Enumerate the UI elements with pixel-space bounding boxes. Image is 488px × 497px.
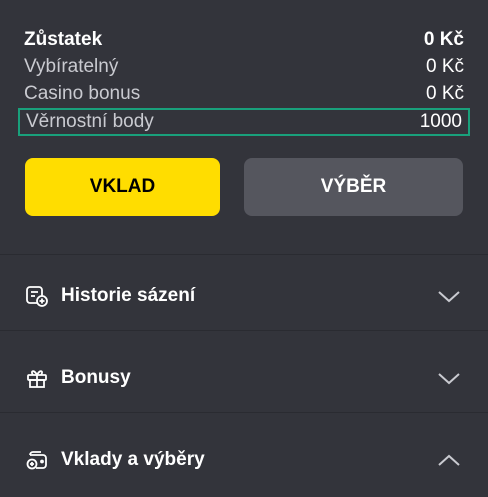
balance-row-withdrawable: Vybíratelný 0 Kč xyxy=(18,53,470,80)
loyalty-points-value: 1000 xyxy=(419,111,462,132)
withdraw-button[interactable]: VÝBĚR xyxy=(244,158,463,216)
section-bet-history[interactable]: Historie sázení xyxy=(0,256,488,336)
chevron-down-icon xyxy=(436,288,462,304)
divider xyxy=(0,412,488,413)
chevron-up-icon xyxy=(436,452,462,468)
balance-label: Zůstatek xyxy=(24,28,103,50)
account-panel: Zůstatek 0 Kč Vybíratelný 0 Kč Casino bo… xyxy=(0,0,488,497)
withdrawable-label: Vybíratelný xyxy=(24,55,119,77)
casino-bonus-value: 0 Kč xyxy=(425,82,464,104)
section-label: Historie sázení xyxy=(61,285,196,306)
section-label: Vklady a výběry xyxy=(61,449,205,470)
casino-bonus-label: Casino bonus xyxy=(24,82,141,104)
balance-value: 0 Kč xyxy=(423,28,464,50)
bet-history-icon xyxy=(25,284,49,308)
balance-summary: Zůstatek 0 Kč Vybíratelný 0 Kč Casino bo… xyxy=(18,26,470,136)
action-buttons: VKLAD VÝBĚR xyxy=(25,158,463,216)
balance-row-casino-bonus: Casino bonus 0 Kč xyxy=(18,80,470,107)
section-bonuses[interactable]: Bonusy xyxy=(0,338,488,418)
section-deposits-withdrawals[interactable]: Vklady a výběry xyxy=(0,420,488,497)
chevron-down-icon xyxy=(436,370,462,386)
balance-row-total: Zůstatek 0 Kč xyxy=(18,26,470,53)
deposit-button[interactable]: VKLAD xyxy=(25,158,220,216)
wallet-coins-icon xyxy=(25,448,49,472)
balance-row-loyalty-points: Věrnostní body 1000 xyxy=(18,108,470,136)
loyalty-points-label: Věrnostní body xyxy=(26,111,154,132)
divider xyxy=(0,254,488,255)
section-label: Bonusy xyxy=(61,367,131,388)
withdrawable-value: 0 Kč xyxy=(425,55,464,77)
gift-icon xyxy=(25,366,49,390)
divider xyxy=(0,330,488,331)
